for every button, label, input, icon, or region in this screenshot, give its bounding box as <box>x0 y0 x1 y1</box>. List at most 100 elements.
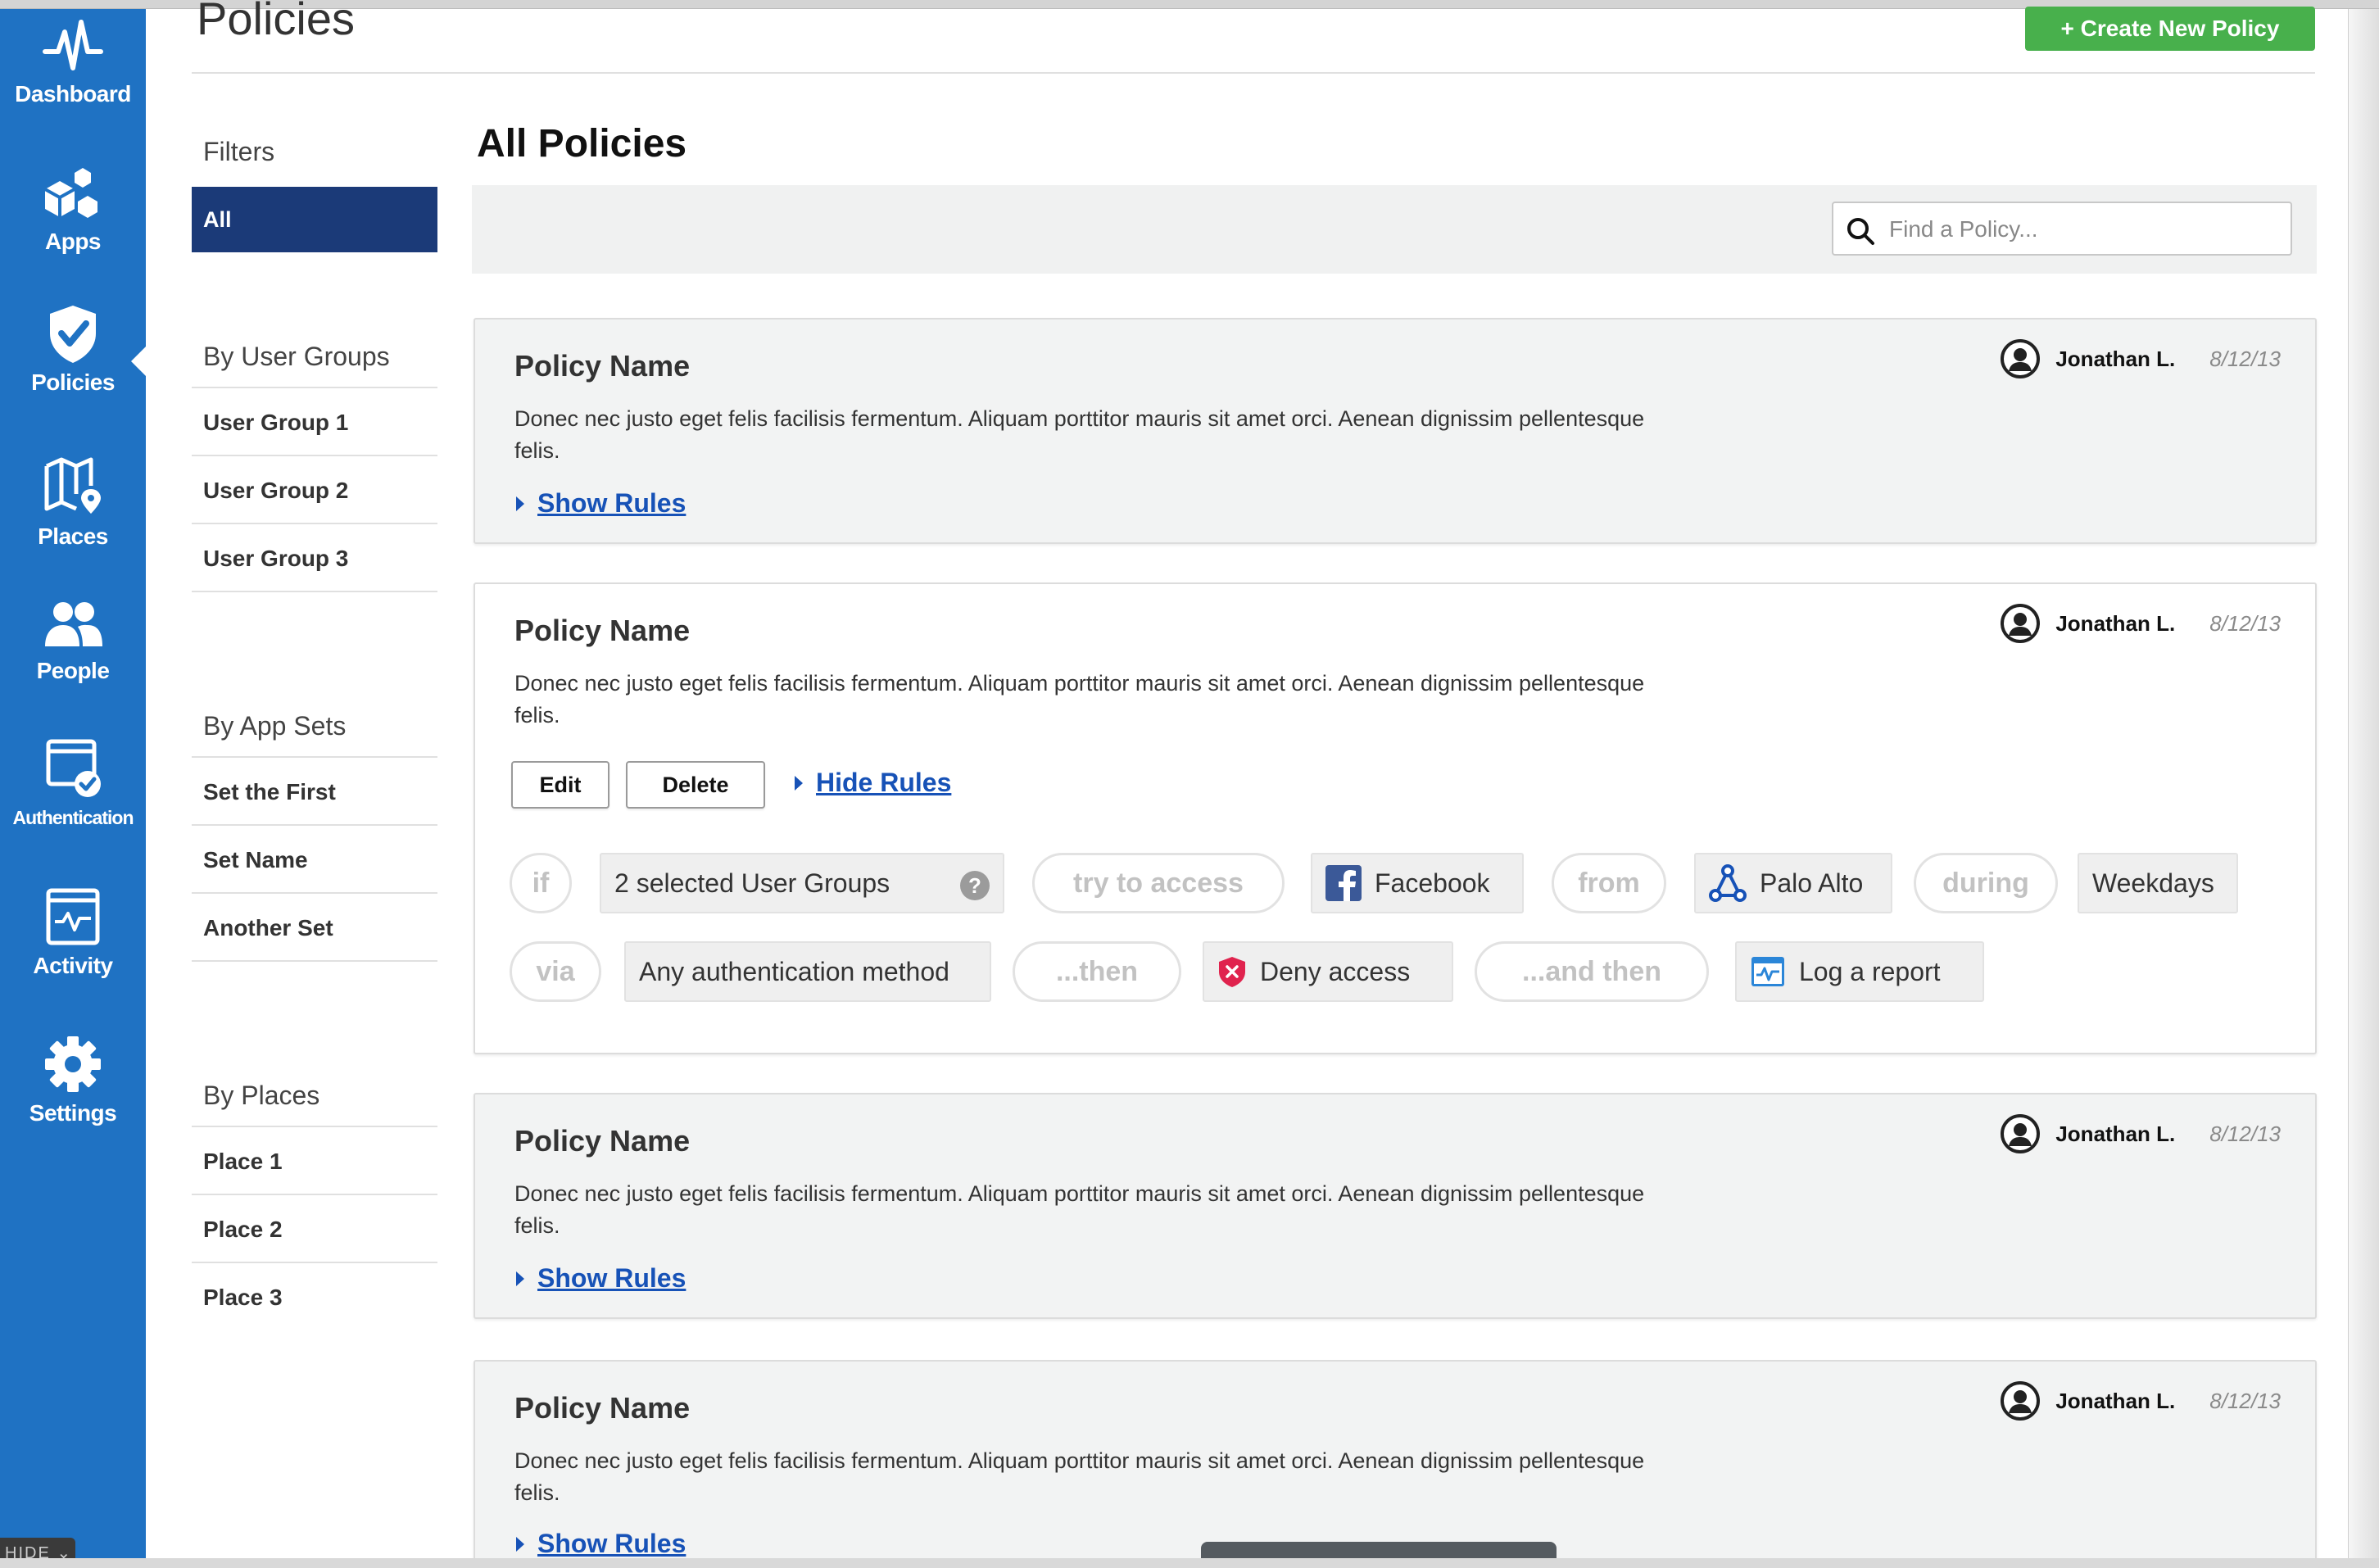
gear-icon <box>45 1036 101 1092</box>
rule-followup-label: Log a report <box>1799 956 1941 986</box>
policy-description: Donec nec justo eget felis facilisis fer… <box>514 671 1645 727</box>
policy-card: Policy Name Jonathan L. 8/12/13 Donec ne… <box>474 1360 2317 1568</box>
policy-date: 8/12/13 <box>2209 610 2281 636</box>
rule-keyword-if: if <box>510 853 572 913</box>
policy-meta: Jonathan L. 8/12/13 <box>2000 1113 2281 1155</box>
show-rules-link[interactable]: Show Rules <box>516 1529 686 1559</box>
report-icon <box>1750 954 1786 990</box>
show-rules-link[interactable]: Show Rules <box>516 1263 686 1294</box>
avatar <box>2001 1381 2041 1421</box>
filter-item-app-set[interactable]: Set the First <box>192 758 437 826</box>
rule-action-label: Deny access <box>1260 956 1411 986</box>
policy-author: Jonathan L. <box>2055 1121 2176 1146</box>
delete-button[interactable]: Delete <box>626 761 765 809</box>
window-bottom-edge <box>0 1558 2379 1568</box>
filter-item-user-group[interactable]: User Group 3 <box>192 524 437 592</box>
app-screen: Dashboard Apps Policies Places People Au… <box>0 0 2379 1568</box>
filter-all[interactable]: All <box>192 187 437 252</box>
nav-label: Places <box>38 523 108 549</box>
rule-user-groups[interactable]: 2 selected User Groups ? <box>600 853 1004 913</box>
policy-name: Policy Name <box>514 1391 691 1425</box>
policy-description: Donec nec justo eget felis facilisis fer… <box>514 406 1645 463</box>
policy-date: 8/12/13 <box>2209 1121 2281 1146</box>
filter-item-place[interactable]: Place 2 <box>192 1195 437 1263</box>
filter-item-place[interactable]: Place 3 <box>192 1263 437 1331</box>
nav-item-authentication[interactable]: Authentication <box>0 736 146 829</box>
avatar <box>2001 339 2041 378</box>
policy-card: Policy Name Jonathan L. 8/12/13 Donec ne… <box>474 318 2317 544</box>
rule-auth-label: Any authentication method <box>639 956 949 986</box>
nav-item-apps[interactable]: Apps <box>0 161 146 255</box>
policy-name: Policy Name <box>514 1124 691 1158</box>
edit-button[interactable]: Edit <box>511 761 609 809</box>
nav-label: Dashboard <box>15 81 131 106</box>
deny-shield-icon <box>1217 955 1247 988</box>
nav-label: Apps <box>45 229 102 254</box>
rule-auth-method[interactable]: Any authentication method <box>624 941 991 1002</box>
rule-keyword-from: from <box>1552 853 1666 913</box>
scrollbar-track[interactable] <box>2348 9 2379 1568</box>
nav-item-places[interactable]: Places <box>0 453 146 550</box>
avatar <box>2001 1114 2041 1153</box>
search-bar <box>472 185 2317 274</box>
policy-date: 8/12/13 <box>2209 346 2281 371</box>
filter-item-user-group[interactable]: User Group 2 <box>192 456 437 524</box>
search-icon <box>1847 218 1874 245</box>
rule-keyword-and-then: ...and then <box>1475 941 1709 1002</box>
rule-keyword-during: during <box>1914 853 2058 913</box>
hide-rules-link[interactable]: Hide Rules <box>795 768 951 798</box>
rules-link-label: Show Rules <box>537 488 687 518</box>
search-field[interactable] <box>1832 202 2292 256</box>
policy-name: Policy Name <box>514 349 691 383</box>
nav-item-activity[interactable]: Activity <box>0 886 146 979</box>
nav-label: People <box>36 658 110 683</box>
sidebar-nav: Dashboard Apps Policies Places People Au… <box>0 9 146 1568</box>
rules-link-label: Show Rules <box>537 1263 687 1293</box>
rule-followup[interactable]: Log a report <box>1735 941 1984 1002</box>
policy-meta: Jonathan L. 8/12/13 <box>2000 1380 2281 1422</box>
filter-group-title: By Places <box>192 1063 437 1127</box>
show-rules-link[interactable]: Show Rules <box>516 488 686 519</box>
cubes-icon <box>44 168 97 218</box>
rule-user-groups-label: 2 selected User Groups <box>614 868 890 898</box>
filter-item-app-set[interactable]: Another Set <box>192 894 437 962</box>
pulse-icon <box>43 20 103 70</box>
policy-description: Donec nec justo eget felis facilisis fer… <box>514 1181 1645 1238</box>
filter-item-app-set[interactable]: Set Name <box>192 826 437 894</box>
browser-check-icon <box>46 739 101 797</box>
caret-right-icon <box>516 496 524 511</box>
policy-meta: Jonathan L. 8/12/13 <box>2000 602 2281 645</box>
filter-group-title: By App Sets <box>192 694 437 758</box>
policy-card: Policy Name Jonathan L. 8/12/13 Donec ne… <box>474 1093 2317 1319</box>
rules-link-label: Hide Rules <box>816 768 952 797</box>
filter-group-title: By User Groups <box>192 324 437 388</box>
filter-item-user-group[interactable]: User Group 1 <box>192 388 437 456</box>
rule-app[interactable]: Facebook <box>1311 853 1524 913</box>
nav-item-people[interactable]: People <box>0 596 146 684</box>
page-title: Policies <box>197 0 355 44</box>
filters-panel: Filters All By User Groups User Group 1 … <box>192 123 437 1331</box>
nav-label: Activity <box>33 953 113 978</box>
nav-item-dashboard[interactable]: Dashboard <box>0 14 146 107</box>
rule-time[interactable]: Weekdays <box>2078 853 2238 913</box>
search-input[interactable] <box>1889 211 2282 247</box>
nav-item-settings[interactable]: Settings <box>0 1033 146 1126</box>
nav-label: Authentication <box>12 807 134 828</box>
rule-keyword-then: ...then <box>1013 941 1181 1002</box>
rule-action[interactable]: Deny access <box>1203 941 1453 1002</box>
caret-right-icon <box>516 1271 524 1286</box>
policy-card-expanded: Policy Name Jonathan L. 8/12/13 Donec ne… <box>474 582 2317 1054</box>
policy-author: Jonathan L. <box>2055 346 2176 371</box>
filters-title: Filters <box>203 137 275 166</box>
monitor-activity-icon <box>46 888 100 945</box>
caret-right-icon <box>516 1536 524 1552</box>
active-nav-indicator <box>131 347 146 376</box>
create-policy-button[interactable]: + Create New Policy <box>2025 7 2315 51</box>
help-icon[interactable]: ? <box>960 871 990 900</box>
rule-place[interactable]: Palo Alto <box>1694 853 1892 913</box>
nav-item-policies[interactable]: Policies <box>0 302 146 396</box>
filter-item-place[interactable]: Place 1 <box>192 1127 437 1195</box>
people-icon <box>45 602 102 646</box>
shield-check-icon <box>50 306 96 363</box>
rule-place-label: Palo Alto <box>1760 868 1864 898</box>
